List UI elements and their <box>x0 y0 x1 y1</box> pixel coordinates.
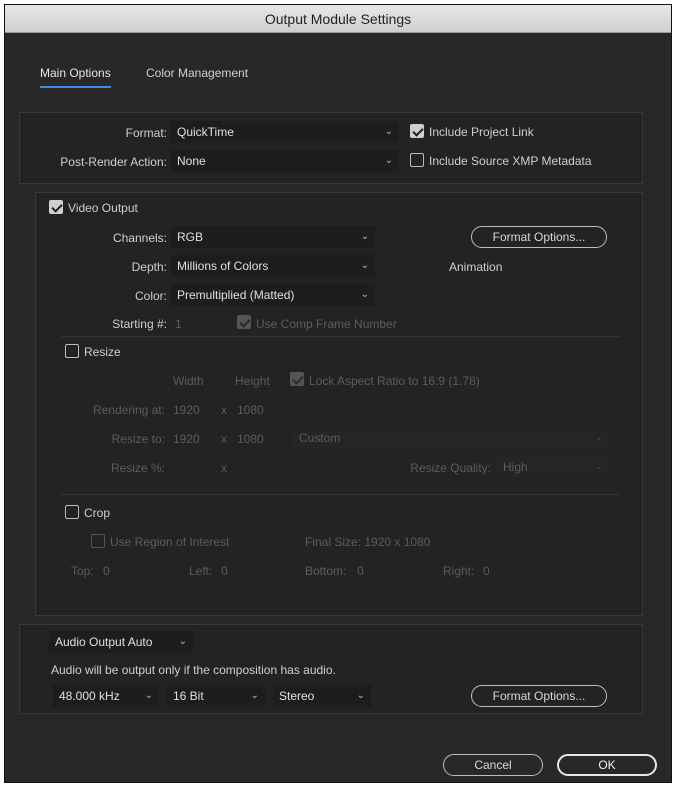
video-format-options-button[interactable]: Format Options... <box>471 226 607 248</box>
chevron-down-icon: ⌄ <box>594 432 603 443</box>
rendering-height: 1080 <box>237 403 264 417</box>
video-output-checkbox[interactable] <box>49 200 63 214</box>
audio-format-options-button[interactable]: Format Options... <box>471 685 607 707</box>
resize-preset-value: Custom <box>299 431 341 445</box>
resize-to-x: x <box>221 432 227 446</box>
resize-label: Resize <box>84 345 121 359</box>
codec-info: Animation <box>449 260 503 274</box>
crop-label: Crop <box>84 506 111 520</box>
format-label: Format: <box>125 126 167 140</box>
cancel-button[interactable]: Cancel <box>443 754 543 776</box>
rendering-width: 1920 <box>173 403 200 417</box>
chevron-down-icon: ⌄ <box>144 690 153 701</box>
channels-label: Channels: <box>112 231 167 245</box>
include-xmp-label: Include Source XMP Metadata <box>429 154 592 168</box>
depth-select[interactable]: Millions of Colors ⌄ <box>171 255 375 277</box>
post-render-value: None <box>177 154 206 168</box>
resize-quality-select[interactable]: High ⌄ <box>497 456 609 478</box>
crop-top-value[interactable]: 0 <box>103 564 110 578</box>
chevron-down-icon: ⌄ <box>384 126 393 137</box>
height-header: Height <box>235 374 270 388</box>
crop-bottom-value[interactable]: 0 <box>357 564 364 578</box>
separator <box>61 494 621 495</box>
chevron-down-icon: ⌄ <box>356 690 365 701</box>
crop-checkbox[interactable] <box>65 505 79 519</box>
channels-value: RGB <box>177 230 204 244</box>
final-size: Final Size: 1920 x 1080 <box>305 535 431 549</box>
use-roi-label: Use Region of Interest <box>110 535 230 549</box>
audio-output-mode-value: Audio Output Auto <box>55 635 153 649</box>
use-roi-checkbox[interactable] <box>91 534 105 548</box>
resize-quality-value: High <box>503 460 528 474</box>
crop-bottom-label: Bottom: <box>305 564 347 578</box>
channels-select[interactable]: RGB ⌄ <box>171 226 375 248</box>
audio-sample-rate-select[interactable]: 48.000 kHz ⌄ <box>53 685 159 707</box>
resize-checkbox[interactable] <box>65 344 79 358</box>
chevron-down-icon: ⌄ <box>250 690 259 701</box>
audio-channels-select[interactable]: Stereo ⌄ <box>273 685 371 707</box>
resize-percent-label: Resize %: <box>110 461 165 475</box>
ok-button[interactable]: OK <box>557 754 657 776</box>
starting-number-value[interactable]: 1 <box>175 317 182 331</box>
width-header: Width <box>173 374 204 388</box>
chevron-down-icon: ⌄ <box>360 231 369 242</box>
dialog-body: Main Options Color Management Format: Qu… <box>5 34 671 782</box>
resize-quality-label: Resize Quality: <box>410 461 491 475</box>
color-label: Color: <box>134 289 167 303</box>
rendering-at-label: Rendering at: <box>92 403 165 417</box>
separator <box>61 336 621 337</box>
post-render-select[interactable]: None ⌄ <box>171 150 399 172</box>
lock-aspect-checkbox[interactable] <box>290 372 304 386</box>
use-comp-frame-checkbox[interactable] <box>237 315 251 329</box>
audio-output-mode-select[interactable]: Audio Output Auto ⌄ <box>49 631 193 653</box>
depth-value: Millions of Colors <box>177 259 269 273</box>
crop-left-label: Left: <box>189 564 213 578</box>
lock-aspect-label: Lock Aspect Ratio to 16:9 (1.78) <box>309 374 480 388</box>
include-xmp-checkbox[interactable] <box>410 153 424 167</box>
crop-top-label: Top: <box>71 564 94 578</box>
audio-channels-value: Stereo <box>279 689 315 703</box>
chevron-down-icon: ⌄ <box>360 260 369 271</box>
audio-sample-rate-value: 48.000 kHz <box>59 689 120 703</box>
include-project-link-label: Include Project Link <box>429 125 534 139</box>
tab-color-management[interactable]: Color Management <box>146 66 248 80</box>
crop-right-value[interactable]: 0 <box>483 564 490 578</box>
color-select[interactable]: Premultiplied (Matted) ⌄ <box>171 284 375 306</box>
resize-percent-x: x <box>221 461 227 475</box>
chevron-down-icon: ⌄ <box>594 461 603 472</box>
format-select[interactable]: QuickTime ⌄ <box>171 121 399 143</box>
use-comp-frame-label: Use Comp Frame Number <box>256 317 397 331</box>
crop-left-value[interactable]: 0 <box>221 564 228 578</box>
tab-main-options[interactable]: Main Options <box>40 66 111 88</box>
format-value: QuickTime <box>177 125 234 139</box>
include-project-link-checkbox[interactable] <box>410 124 424 138</box>
post-render-label: Post-Render Action: <box>60 155 167 169</box>
crop-right-label: Right: <box>443 564 475 578</box>
video-output-label: Video Output <box>68 201 138 215</box>
resize-to-label: Resize to: <box>111 432 165 446</box>
chevron-down-icon: ⌄ <box>384 155 393 166</box>
depth-label: Depth: <box>131 260 167 274</box>
audio-bit-depth-select[interactable]: 16 Bit ⌄ <box>167 685 265 707</box>
chevron-down-icon: ⌄ <box>178 636 187 647</box>
resize-preset-select[interactable]: Custom ⌄ <box>293 427 609 449</box>
resize-to-height[interactable]: 1080 <box>237 432 264 446</box>
rendering-x: x <box>221 403 227 417</box>
window-title: Output Module Settings <box>5 5 671 33</box>
audio-note: Audio will be output only if the composi… <box>51 663 336 677</box>
resize-to-width[interactable]: 1920 <box>173 432 200 446</box>
audio-bit-depth-value: 16 Bit <box>173 689 204 703</box>
chevron-down-icon: ⌄ <box>360 289 369 300</box>
color-value: Premultiplied (Matted) <box>177 288 295 302</box>
output-module-settings-dialog: Output Module Settings Main Options Colo… <box>4 4 672 783</box>
starting-number-label: Starting #: <box>112 317 167 331</box>
